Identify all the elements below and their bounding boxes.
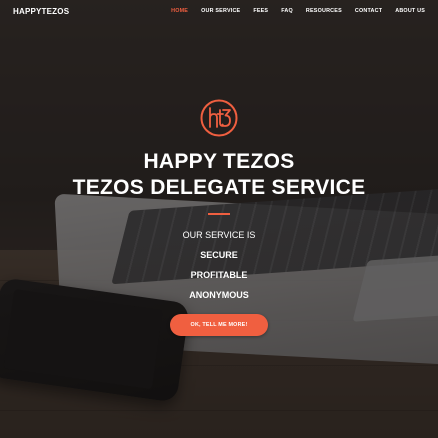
feature-profitable: PROFITABLE — [190, 270, 248, 280]
hero-section: HAPPY TEZOS TEZOS DELEGATE SERVICE OUR S… — [0, 0, 438, 438]
tell-me-more-button[interactable]: OK, TELL ME MORE! — [170, 314, 268, 336]
feature-secure: SECURE — [200, 250, 238, 260]
title-divider — [208, 213, 230, 215]
hero-intro-text: OUR SERVICE IS — [182, 230, 256, 240]
happytezos-logo-icon — [200, 99, 238, 137]
feature-anonymous: ANONYMOUS — [189, 290, 249, 300]
hero-title-line2: TEZOS DELEGATE SERVICE — [72, 176, 366, 199]
hero-title-line1: HAPPY TEZOS — [143, 150, 295, 173]
